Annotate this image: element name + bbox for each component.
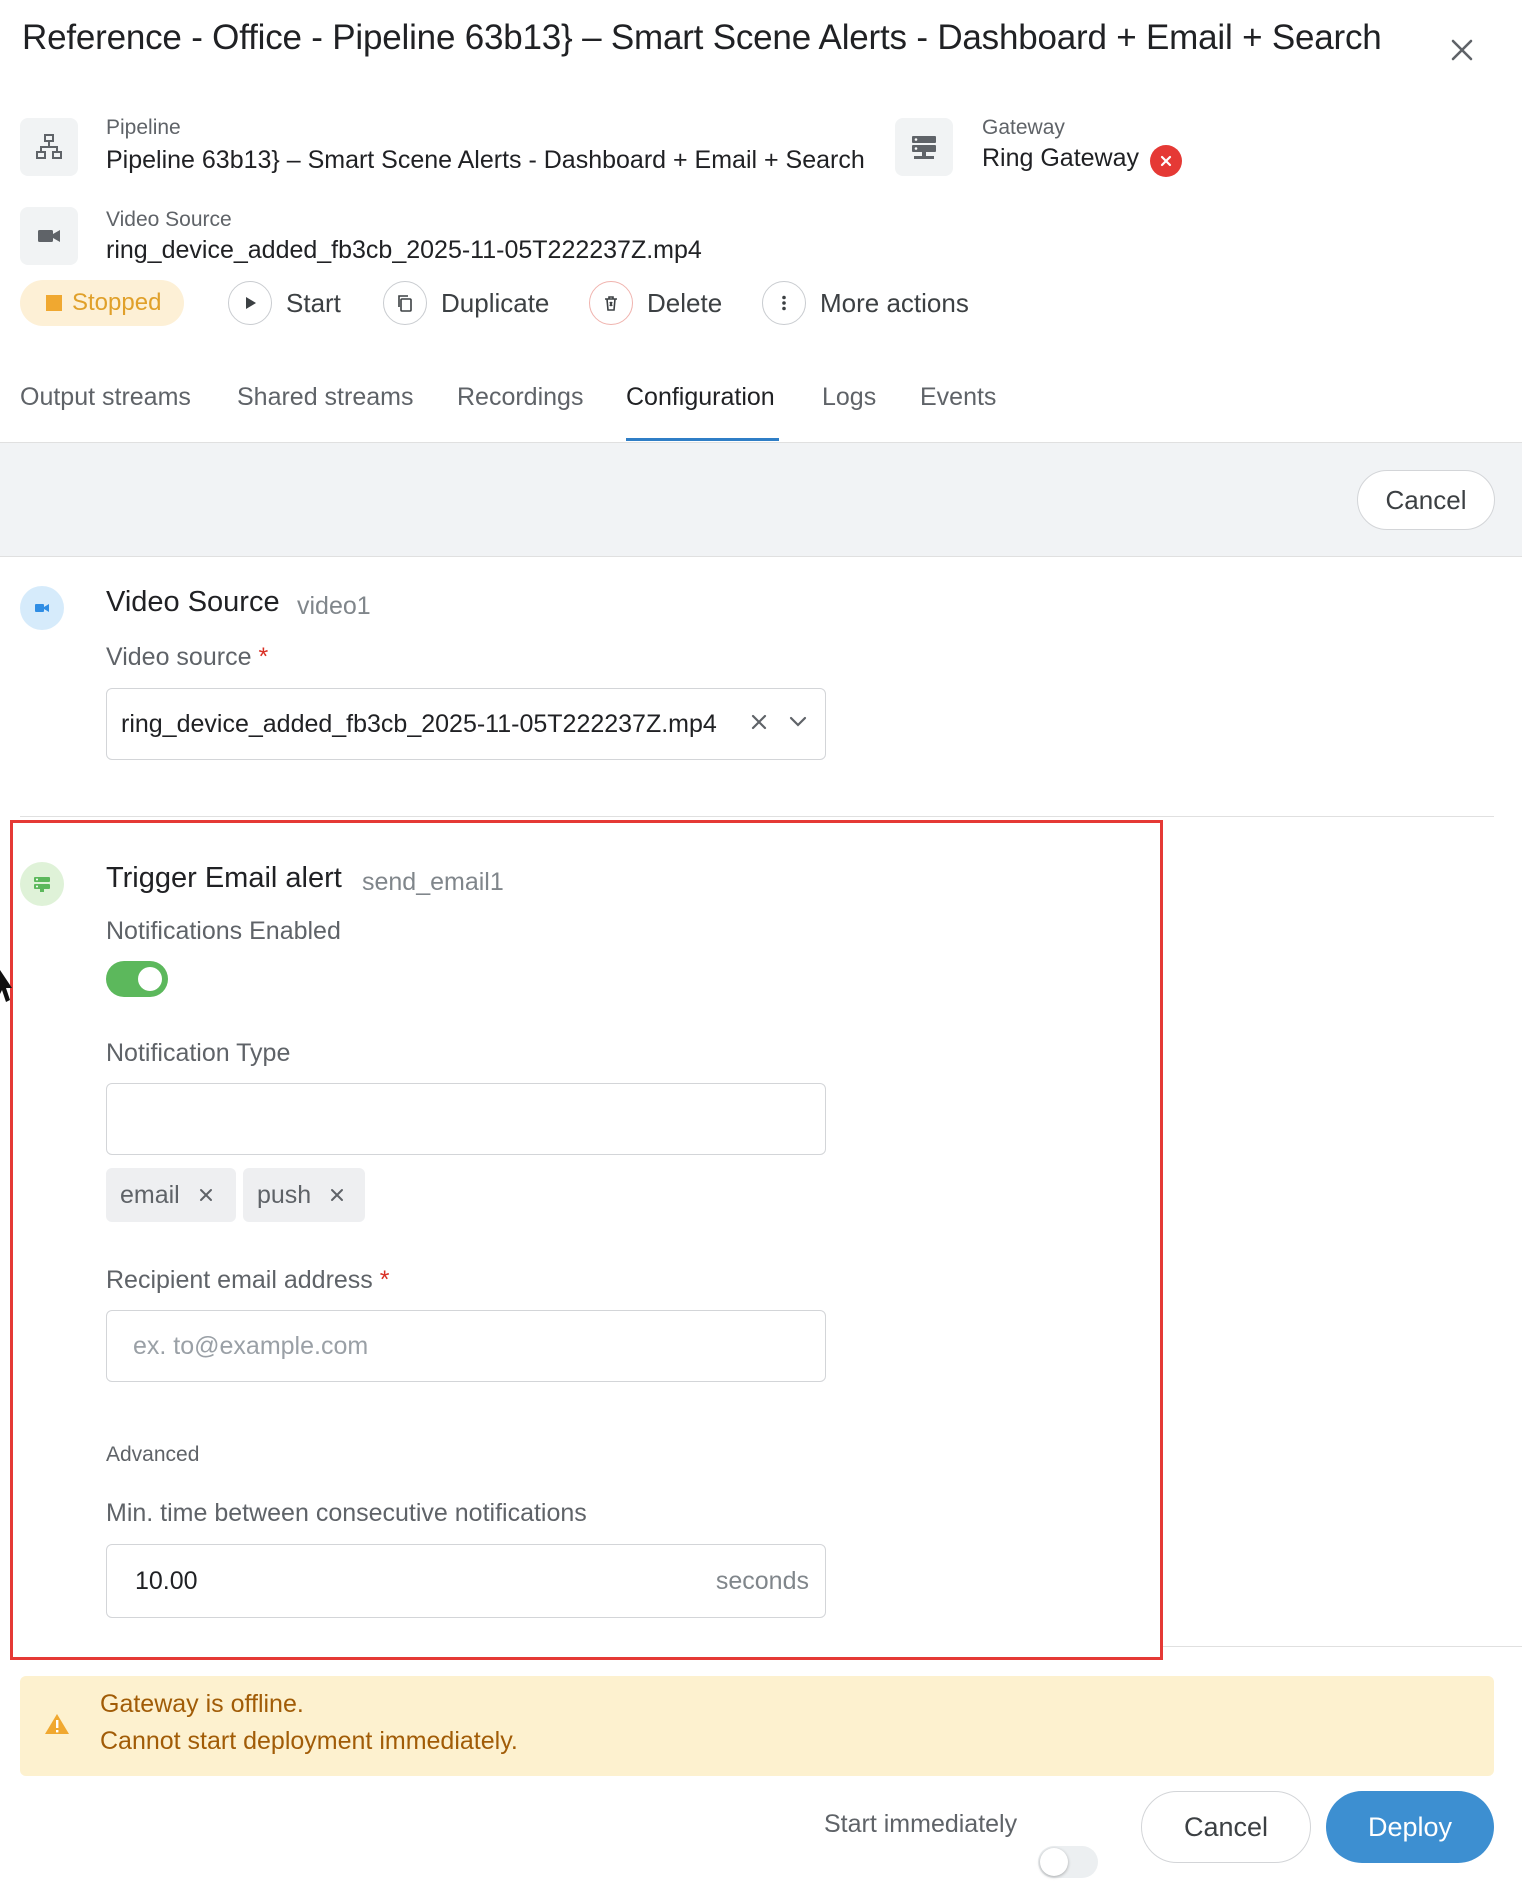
pipeline-value: Pipeline 63b13} – Smart Scene Alerts - D… xyxy=(106,146,865,174)
recipient-email-placeholder: ex. to@example.com xyxy=(133,1331,369,1360)
min-time-label: Min. time between consecutive notificati… xyxy=(106,1499,587,1527)
stop-square-icon xyxy=(46,295,62,311)
tab-configuration[interactable]: Configuration xyxy=(626,383,775,412)
mouse-cursor-icon xyxy=(0,970,14,1009)
video-source-select-value: ring_device_added_fb3cb_2025-11-05T22223… xyxy=(121,709,717,738)
start-immediately-label: Start immediately xyxy=(824,1810,1018,1838)
deploy-button[interactable]: Deploy xyxy=(1326,1791,1494,1863)
min-time-value: 10.00 xyxy=(135,1566,198,1595)
status-badge: Stopped xyxy=(20,280,184,326)
remove-tag-icon[interactable] xyxy=(198,1181,214,1210)
dialog-title: Reference - Office - Pipeline 63b13} – S… xyxy=(22,18,1382,57)
warning-icon xyxy=(44,1712,70,1741)
start-button[interactable]: Start xyxy=(228,280,341,326)
min-time-unit: seconds xyxy=(715,1566,809,1595)
min-time-input[interactable]: 10.00 seconds xyxy=(106,1544,826,1618)
email-section-title: Trigger Email alert xyxy=(106,862,342,894)
email-section-icon xyxy=(20,862,64,906)
config-toolbar xyxy=(0,443,1522,557)
toggle-knob xyxy=(138,967,162,991)
gateway-value[interactable]: Ring Gateway xyxy=(982,144,1139,173)
copy-icon xyxy=(383,281,427,325)
delete-button[interactable]: Delete xyxy=(589,280,722,326)
trash-icon xyxy=(589,281,633,325)
section-divider xyxy=(1163,1646,1522,1647)
toolbar-cancel-button[interactable]: Cancel xyxy=(1357,470,1495,530)
video-source-field-label: Video source * xyxy=(106,643,269,671)
alert-title: Gateway is offline. xyxy=(100,1690,304,1718)
video-camera-icon xyxy=(20,207,78,265)
status-label: Stopped xyxy=(72,289,162,316)
notifications-enabled-toggle[interactable] xyxy=(106,961,168,997)
video-source-value: ring_device_added_fb3cb_2025-11-05T22223… xyxy=(106,236,702,264)
tab-bar: Output streams Shared streams Recordings… xyxy=(0,378,1522,443)
duplicate-label: Duplicate xyxy=(441,287,550,318)
tab-recordings[interactable]: Recordings xyxy=(457,383,583,412)
close-icon[interactable] xyxy=(1440,28,1484,72)
pipeline-icon xyxy=(20,118,78,176)
video-section-icon xyxy=(20,586,64,630)
start-immediately-toggle[interactable] xyxy=(1038,1846,1098,1878)
delete-label: Delete xyxy=(647,287,723,318)
tag-push-label: push xyxy=(257,1180,312,1209)
remove-tag-icon[interactable] xyxy=(329,1181,345,1210)
email-section-id: send_email1 xyxy=(362,868,504,896)
clear-icon[interactable] xyxy=(749,710,769,739)
chevron-down-icon[interactable] xyxy=(787,710,809,739)
tab-shared-streams[interactable]: Shared streams xyxy=(237,383,413,412)
more-actions-label: More actions xyxy=(820,287,969,318)
tab-events[interactable]: Events xyxy=(920,383,996,412)
play-icon xyxy=(228,281,272,325)
video-section-id: video1 xyxy=(297,592,371,620)
recipient-email-input[interactable]: ex. to@example.com xyxy=(106,1310,826,1382)
alert-body: Cannot start deployment immediately. xyxy=(100,1727,518,1755)
video-source-select[interactable]: ring_device_added_fb3cb_2025-11-05T22223… xyxy=(106,688,826,760)
gateway-server-icon xyxy=(895,118,953,176)
toggle-knob xyxy=(1040,1848,1068,1876)
more-actions-button[interactable]: More actions xyxy=(762,280,969,326)
tag-email: email xyxy=(106,1168,236,1222)
gateway-offline-icon xyxy=(1150,145,1182,177)
duplicate-button[interactable]: Duplicate xyxy=(383,280,549,326)
pipeline-label: Pipeline xyxy=(106,116,181,139)
active-tab-indicator xyxy=(626,438,779,441)
tag-push: push xyxy=(243,1168,365,1222)
recipient-email-label: Recipient email address * xyxy=(106,1266,390,1294)
tab-logs[interactable]: Logs xyxy=(822,383,876,412)
section-divider xyxy=(20,816,1494,817)
notification-type-label: Notification Type xyxy=(106,1039,291,1067)
tag-email-label: email xyxy=(120,1180,180,1209)
video-section-title: Video Source xyxy=(106,586,280,618)
highlight-box xyxy=(10,820,1163,1660)
footer-cancel-button[interactable]: Cancel xyxy=(1141,1791,1311,1863)
video-source-label: Video Source xyxy=(106,208,232,231)
notifications-enabled-label: Notifications Enabled xyxy=(106,917,341,945)
gateway-label: Gateway xyxy=(982,116,1065,139)
more-vert-icon xyxy=(762,281,806,325)
start-label: Start xyxy=(286,287,341,318)
advanced-heading: Advanced xyxy=(106,1443,200,1466)
tab-output-streams[interactable]: Output streams xyxy=(20,383,191,412)
notification-type-input[interactable] xyxy=(106,1083,826,1155)
